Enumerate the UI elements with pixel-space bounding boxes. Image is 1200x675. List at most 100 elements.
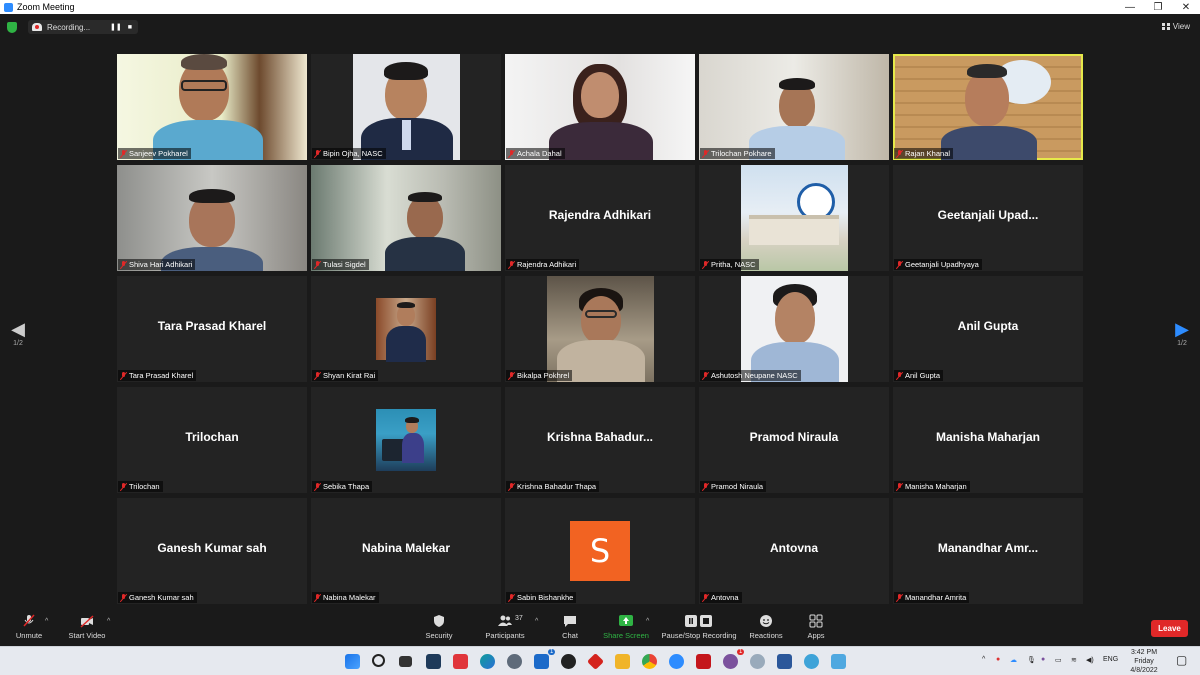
participant-tile[interactable]: Shiva Hari Adhikari xyxy=(117,165,307,271)
participant-tile[interactable]: Pramod Niraula Pramod Niraula xyxy=(699,387,889,493)
tray-app-icon[interactable]: ● xyxy=(996,656,1000,663)
participant-name-label: Anil Gupta xyxy=(894,370,944,381)
participant-tile[interactable]: Rajendra Adhikari Rajendra Adhikari xyxy=(505,165,695,271)
page-indicator-right: 1/2 xyxy=(1177,340,1187,347)
anydesk-icon[interactable] xyxy=(453,654,468,669)
audio-options-caret-icon[interactable]: ^ xyxy=(45,618,48,625)
windows-start-icon[interactable] xyxy=(345,654,360,669)
participant-video xyxy=(353,54,460,160)
viber-tray-icon[interactable]: ● xyxy=(1041,656,1045,663)
reactions-button[interactable]: Reactions xyxy=(748,614,784,640)
participant-tile[interactable]: Shyan Kirat Rai xyxy=(311,276,501,382)
chrome-browser-icon[interactable] xyxy=(642,654,657,669)
share-options-caret-icon[interactable]: ^ xyxy=(646,618,649,625)
participant-tile[interactable]: Ganesh Kumar sah Ganesh Kumar sah xyxy=(117,498,307,604)
muted-mic-icon xyxy=(702,260,709,269)
clock-date: 4/8/2022 xyxy=(1130,667,1158,674)
participant-name-label: Tara Prasad Kharel xyxy=(118,370,197,381)
office-icon[interactable] xyxy=(587,653,604,670)
participant-tile[interactable]: Ashutosh Neupane NASC xyxy=(699,276,889,382)
language-indicator[interactable]: ENG xyxy=(1103,656,1118,663)
participant-video xyxy=(376,409,436,471)
zoom-taskbar-icon[interactable] xyxy=(669,654,684,669)
unmute-button[interactable]: Unmute xyxy=(12,614,46,640)
participant-tile[interactable]: Antovna Antovna xyxy=(699,498,889,604)
notifications-icon[interactable]: ▢ xyxy=(1176,653,1187,667)
viber-icon[interactable] xyxy=(723,654,738,669)
participant-tile-active-speaker[interactable]: Rajan Khanal xyxy=(893,54,1083,160)
participant-name-label: Shiva Hari Adhikari xyxy=(118,259,196,270)
participant-tile[interactable]: Trilochan Pokhare xyxy=(699,54,889,160)
pdf-reader-icon[interactable] xyxy=(696,654,711,669)
muted-mic-icon xyxy=(314,482,321,491)
participant-tile[interactable]: Bikalpa Pokhrel xyxy=(505,276,695,382)
participant-video xyxy=(895,56,1081,160)
word-icon[interactable] xyxy=(777,654,792,669)
edge-browser-icon[interactable] xyxy=(480,654,495,669)
participant-tile[interactable]: Anil Gupta Anil Gupta xyxy=(893,276,1083,382)
task-view-icon[interactable] xyxy=(399,656,412,667)
stop-recording-icon[interactable]: ■ xyxy=(128,24,132,31)
participant-tile[interactable]: S Sabin Bishankhe xyxy=(505,498,695,604)
volume-icon[interactable]: ◀) xyxy=(1086,656,1094,664)
security-shield-icon[interactable] xyxy=(7,22,17,33)
muted-mic-icon xyxy=(702,371,709,380)
muted-mic-icon xyxy=(120,371,127,380)
widgets-icon[interactable] xyxy=(426,654,441,669)
video-off-camera-icon xyxy=(80,614,94,628)
video-options-caret-icon[interactable]: ^ xyxy=(107,618,110,625)
mail-icon[interactable] xyxy=(534,654,549,669)
leave-button[interactable]: Leave xyxy=(1151,620,1188,637)
settings-gear-icon[interactable] xyxy=(507,654,522,669)
onedrive-cloud-icon[interactable]: ☁ xyxy=(1010,656,1017,664)
participant-tile[interactable]: Bipin Ojha, NASC xyxy=(311,54,501,160)
security-button[interactable]: Security xyxy=(422,614,456,640)
view-button[interactable]: View xyxy=(1161,22,1190,31)
participant-avatar: S xyxy=(570,521,630,581)
participant-tile[interactable]: Tulasi Sigdel xyxy=(311,165,501,271)
app-window-icon[interactable] xyxy=(831,654,846,669)
participant-tile[interactable]: Manisha Maharjan Manisha Maharjan xyxy=(893,387,1083,493)
clock[interactable]: 3:42 PM Friday 4/8/2022 xyxy=(1124,648,1164,675)
search-icon[interactable] xyxy=(372,654,385,667)
globe-icon[interactable] xyxy=(804,654,819,669)
participant-name-label: Krishna Bahadur Thapa xyxy=(506,481,600,492)
share-screen-button[interactable]: Share Screen xyxy=(602,614,650,640)
pause-recording-icon[interactable]: ❚❚ xyxy=(110,23,122,31)
pause-stop-recording-button[interactable]: Pause/Stop Recording xyxy=(660,614,738,640)
file-explorer-icon[interactable] xyxy=(615,654,630,669)
show-hidden-icons-caret-icon[interactable]: ^ xyxy=(982,656,985,663)
participant-tile[interactable]: Achala Dahal xyxy=(505,54,695,160)
muted-mic-icon xyxy=(896,149,903,158)
participants-options-caret-icon[interactable]: ^ xyxy=(535,618,538,625)
participant-tile[interactable]: Nabina Malekar Nabina Malekar xyxy=(311,498,501,604)
apps-button[interactable]: Apps xyxy=(804,614,828,640)
participant-tile[interactable]: Tara Prasad Kharel Tara Prasad Kharel xyxy=(117,276,307,382)
participant-video xyxy=(117,54,307,160)
close-button[interactable]: ✕ xyxy=(1172,2,1200,13)
participant-tile[interactable]: Sanjeev Pokharel xyxy=(117,54,307,160)
battery-icon[interactable]: ▭ xyxy=(1055,656,1062,664)
participant-tile[interactable]: Geetanjali Upad... Geetanjali Upadhyaya xyxy=(893,165,1083,271)
mail-badge: 1 xyxy=(548,649,556,655)
chat-button[interactable]: Chat xyxy=(558,614,582,640)
start-video-button[interactable]: Start Video xyxy=(66,614,108,640)
participant-tile[interactable]: Manandhar Amr... Manandhar Amrita xyxy=(893,498,1083,604)
wifi-icon[interactable]: ≋ xyxy=(1071,656,1077,664)
arrow-left-icon: ◀ xyxy=(11,319,25,339)
magnifier-icon[interactable] xyxy=(750,654,765,669)
participant-tile[interactable]: Sebika Thapa xyxy=(311,387,501,493)
muted-microphone-icon xyxy=(22,614,36,628)
participant-tile[interactable]: Trilochan Trilochan xyxy=(117,387,307,493)
next-page-control[interactable]: ▶ 1/2 xyxy=(1170,320,1194,347)
participant-tile[interactable]: Krishna Bahadur... Krishna Bahadur Thapa xyxy=(505,387,695,493)
cloud-record-icon xyxy=(32,23,42,31)
app-icon[interactable] xyxy=(561,654,576,669)
minimize-button[interactable]: — xyxy=(1116,2,1144,13)
microphone-icon[interactable]: 🎙 xyxy=(1027,656,1036,664)
previous-page-control[interactable]: ◀ 1/2 xyxy=(6,320,30,347)
muted-mic-icon xyxy=(896,260,903,269)
maximize-button[interactable]: ❐ xyxy=(1144,2,1172,13)
grid-view-icon xyxy=(1161,23,1170,30)
participant-tile[interactable]: Pritha, NASC xyxy=(699,165,889,271)
